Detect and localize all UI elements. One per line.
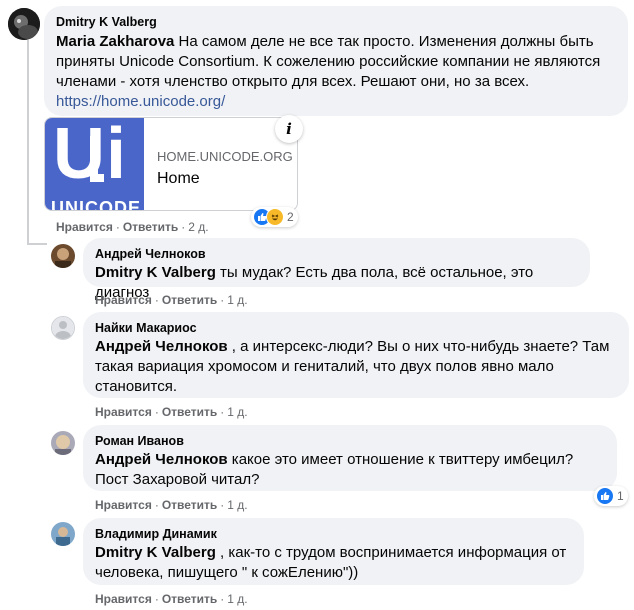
reply-bubble: Андрей Челноков Dmitry K Valberg ты муда… [83, 238, 590, 301]
avatar-image [51, 431, 75, 455]
reply-button[interactable]: Ответить [162, 498, 217, 512]
like-button[interactable]: Нравится [95, 592, 152, 606]
reply-actions: Нравится · Ответить · 1 д. [95, 293, 248, 307]
reply-actions: Нравится · Ответить · 1 д. [95, 592, 248, 606]
reply-time[interactable]: 1 д. [227, 498, 247, 512]
reply-author[interactable]: Андрей Челноков [95, 246, 578, 262]
reply-button[interactable]: Ответить [123, 220, 178, 234]
avatar-image [51, 522, 75, 546]
mention-link[interactable]: Maria Zakharova [56, 33, 174, 50]
comment-actions: Нравится · Ответить · 2 д. [56, 220, 209, 234]
reply-actions: Нравится · Ответить · 1 д. [95, 405, 248, 419]
mention-link[interactable]: Андрей Челноков [95, 451, 228, 468]
reply-button[interactable]: Ответить [162, 592, 217, 606]
like-button[interactable]: Нравится [56, 220, 113, 234]
reply-actions: Нравится · Ответить · 1 д. [95, 498, 248, 512]
haha-reaction-icon [266, 208, 284, 226]
default-avatar-icon [52, 317, 74, 339]
like-reaction-icon [596, 487, 614, 505]
unicode-logo: U i UNICODE [45, 118, 144, 211]
url-link[interactable]: https://home.unicode.org/ [56, 93, 225, 110]
comment-bubble: Dmitry K Valberg Maria Zakharova На само… [44, 6, 628, 116]
avatar[interactable] [51, 316, 75, 340]
like-button[interactable]: Нравится [95, 405, 152, 419]
mention-link[interactable]: Dmitry K Valberg [95, 544, 216, 561]
reply-bubble: Роман Иванов Андрей Челноков какое это и… [83, 425, 617, 491]
like-button[interactable]: Нравится [95, 498, 152, 512]
preview-title: Home [157, 170, 200, 187]
avatar[interactable] [51, 522, 75, 546]
info-icon[interactable]: i [275, 115, 303, 143]
thread-branch [27, 243, 47, 245]
comment-text: Maria Zakharova На самом деле не все так… [56, 32, 616, 112]
reply-time[interactable]: 1 д. [227, 405, 247, 419]
reaction-count: 2 [287, 210, 294, 224]
mention-link[interactable]: Dmitry K Valberg [95, 264, 216, 281]
avatar[interactable] [51, 244, 75, 268]
like-button[interactable]: Нравится [95, 293, 152, 307]
reply-bubble: Владимир Динамик Dmitry K Valberg , как-… [83, 518, 584, 585]
mention-link[interactable]: Андрей Челноков [95, 338, 228, 355]
reply-button[interactable]: Ответить [162, 405, 217, 419]
reply-button[interactable]: Ответить [162, 293, 217, 307]
comment-time[interactable]: 2 д. [188, 220, 208, 234]
reply-author[interactable]: Найки Макариос [95, 320, 617, 336]
comment-author[interactable]: Dmitry K Valberg [56, 14, 616, 30]
avatar-image [51, 244, 75, 268]
avatar[interactable] [8, 8, 40, 40]
reaction-count: 1 [617, 489, 624, 503]
reply-author[interactable]: Роман Иванов [95, 433, 605, 449]
reaction-summary[interactable]: 1 [594, 486, 628, 506]
reply-time[interactable]: 1 д. [227, 592, 247, 606]
reply-time[interactable]: 1 д. [227, 293, 247, 307]
avatar[interactable] [51, 431, 75, 455]
reaction-summary[interactable]: 2 [251, 207, 298, 227]
reply-author[interactable]: Владимир Динамик [95, 526, 572, 542]
logo-wordmark: UNICODE [51, 198, 142, 211]
avatar-image [8, 8, 40, 40]
preview-domain: HOME.UNICODE.ORG [157, 149, 293, 164]
link-preview-card[interactable]: U i UNICODE HOME.UNICODE.ORG Home [44, 117, 298, 211]
reply-bubble: Найки Макариос Андрей Челноков , а интер… [83, 312, 629, 398]
thread-line [27, 40, 29, 245]
